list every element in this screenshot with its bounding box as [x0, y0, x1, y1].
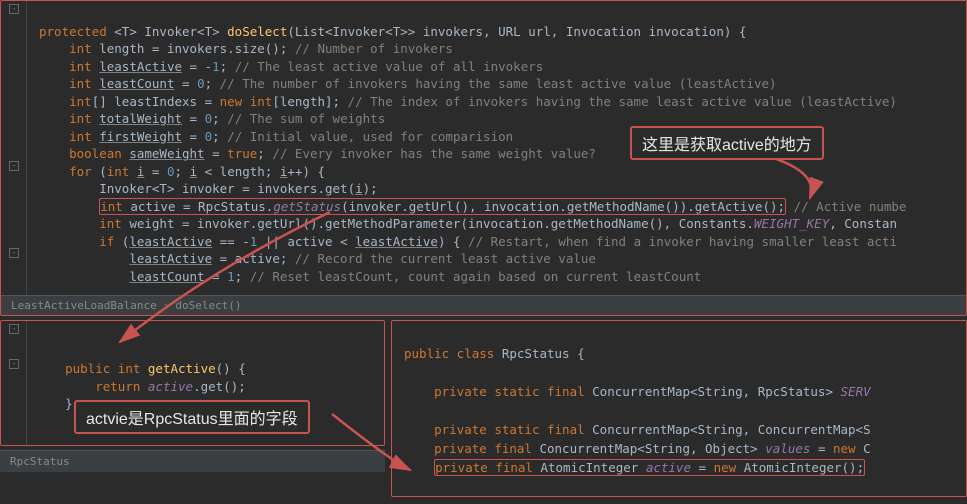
annotation-callout: actvie是RpcStatus里面的字段 [74, 400, 310, 434]
code-line: int firstWeight = 0; // Initial value, u… [39, 129, 513, 144]
code-line: public int getActive() { [35, 361, 246, 376]
code-line: if (leastActive == -1 || active < leastA… [39, 234, 897, 249]
code-line: boolean sameWeight = true; // Every invo… [39, 146, 596, 161]
code-line: int length = invokers.size(); // Number … [39, 41, 453, 56]
chevron-right-icon: › [163, 299, 170, 312]
breadcrumb[interactable]: LeastActiveLoadBalance › doSelect() [1, 295, 966, 315]
breadcrumb-class[interactable]: RpcStatus [10, 455, 70, 468]
code-line: private final ConcurrentMap<String, Obje… [404, 441, 871, 456]
code-line: int[] leastIndexs = new int[length]; // … [39, 94, 897, 109]
code-line: public class RpcStatus { [404, 346, 585, 361]
code-line: leastActive = active; // Record the curr… [39, 251, 596, 266]
code-line: protected <T> Invoker<T> doSelect(List<I… [39, 24, 746, 39]
code-line: } [35, 396, 73, 411]
gutter: - - [1, 321, 27, 445]
code-line: private final AtomicInteger active = new… [404, 459, 865, 476]
breadcrumb[interactable]: RpcStatus [0, 450, 385, 472]
fold-icon[interactable]: - [9, 359, 19, 369]
class-code-editor[interactable]: public class RpcStatus { private static … [391, 320, 967, 497]
code-line: int totalWeight = 0; // The sum of weigh… [39, 111, 385, 126]
code-line: private static final ConcurrentMap<Strin… [404, 422, 871, 437]
code-line: int leastCount = 0; // The number of inv… [39, 76, 777, 91]
breadcrumb-class[interactable]: LeastActiveLoadBalance [11, 299, 157, 312]
fold-icon[interactable]: - [9, 324, 19, 334]
code-line: for (int i = 0; i < length; i++) { [39, 164, 325, 179]
code-line: int leastActive = -1; // The least activ… [39, 59, 543, 74]
code-line: int active = RpcStatus.getStatus(invoker… [39, 198, 907, 215]
code-line: private static final ConcurrentMap<Strin… [404, 384, 871, 399]
code-line: int weight = invoker.getUrl().getMethodP… [39, 216, 897, 231]
code-line: Invoker<T> invoker = invokers.get(i); [39, 181, 378, 196]
breadcrumb-method[interactable]: doSelect() [175, 299, 241, 312]
code-line: leastCount = 1; // Reset leastCount, cou… [39, 269, 701, 284]
annotation-callout: 这里是获取active的地方 [630, 126, 824, 160]
code-line: return active.get(); [35, 379, 246, 394]
